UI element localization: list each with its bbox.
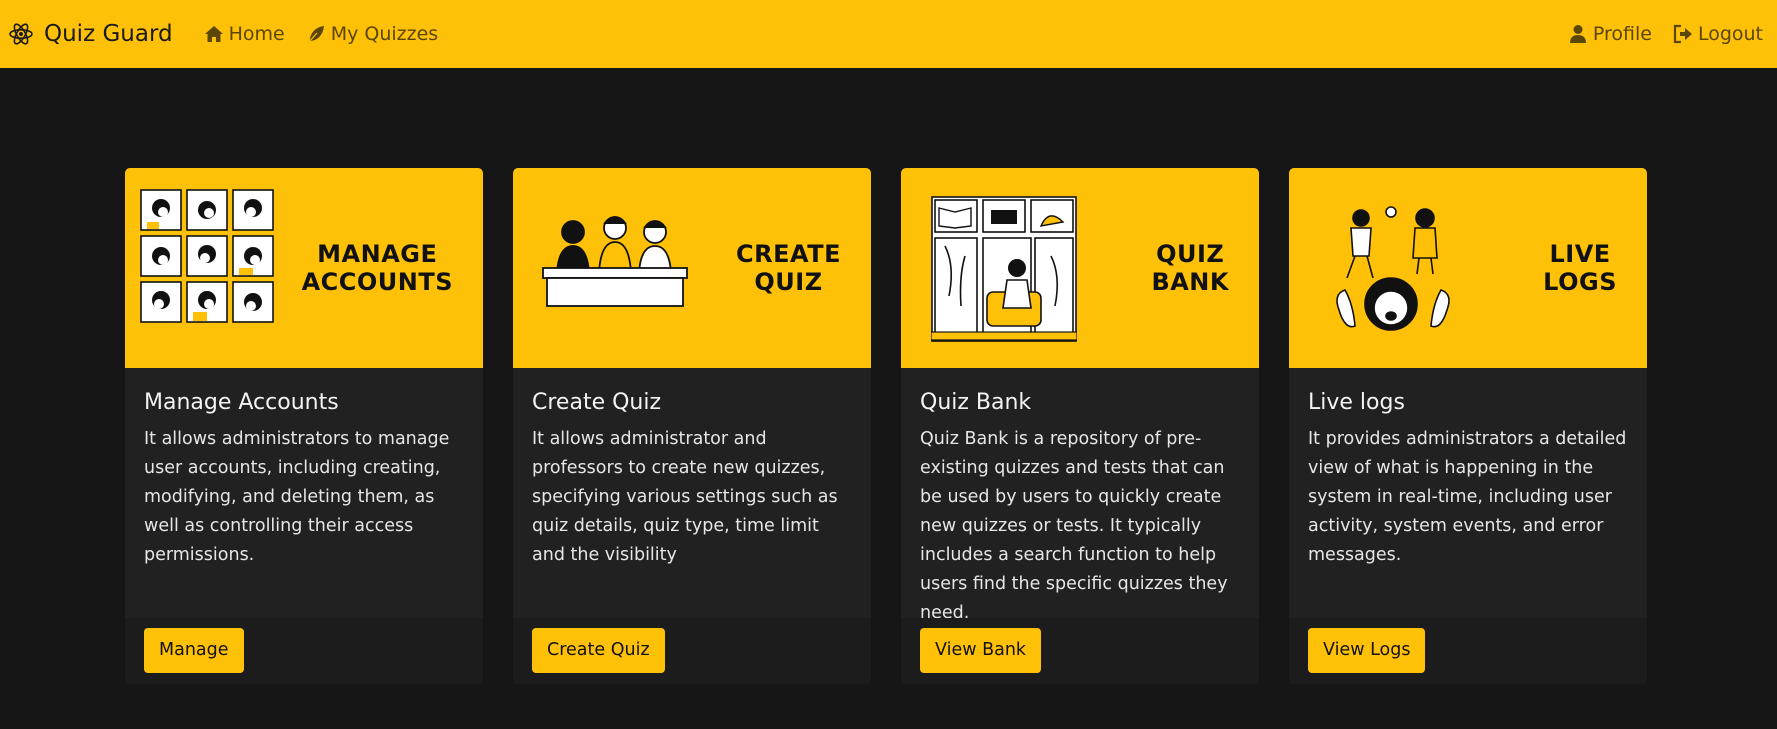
nav-home-label: Home xyxy=(228,23,285,45)
card-body: Live logs It provides administrators a d… xyxy=(1289,368,1647,570)
nav-home[interactable]: Home xyxy=(203,23,285,45)
card-banner-text: CREATE QUIZ xyxy=(736,240,841,296)
create-quiz-button[interactable]: Create Quiz xyxy=(532,627,665,673)
card-footer: View Bank xyxy=(901,618,1259,684)
people-grid-illustration xyxy=(140,189,274,323)
nav-logout[interactable]: Logout xyxy=(1672,23,1763,45)
manage-button[interactable]: Manage xyxy=(144,627,244,673)
card-title: Live logs xyxy=(1308,390,1405,415)
brand-name: Quiz Guard xyxy=(44,21,173,47)
nav-profile-label: Profile xyxy=(1592,23,1652,45)
nav-profile[interactable]: Profile xyxy=(1567,23,1652,45)
card-banner-text: MANAGE ACCOUNTS xyxy=(301,240,453,296)
nav-my-quizzes-label: My Quizzes xyxy=(330,23,439,45)
card-grid: MANAGE ACCOUNTS Manage Accounts It allow… xyxy=(125,168,1647,684)
card-title: Manage Accounts xyxy=(144,390,339,415)
card-text: Quiz Bank is a repository of pre-existin… xyxy=(920,429,1228,623)
card-footer: View Logs xyxy=(1289,618,1647,684)
navbar: Quiz Guard Home My Quizzes Profile Logou… xyxy=(0,0,1777,68)
card-create-quiz: CREATE QUIZ Create Quiz It allows admini… xyxy=(513,168,871,684)
card-body: Manage Accounts It allows administrators… xyxy=(125,368,483,570)
card-title: Create Quiz xyxy=(532,390,662,415)
card-footer: Manage xyxy=(125,618,483,684)
feather-icon xyxy=(308,26,324,43)
nav-left: Quiz Guard Home My Quizzes xyxy=(8,21,458,47)
card-banner-text: QUIZ BANK xyxy=(1151,240,1229,296)
card-footer: Create Quiz xyxy=(513,618,871,684)
card-image: QUIZ BANK xyxy=(901,168,1259,368)
home-icon xyxy=(204,26,223,42)
students-at-table-illustration xyxy=(542,216,688,307)
card-title: Quiz Bank xyxy=(920,390,1032,415)
user-icon xyxy=(1569,25,1586,43)
nav-right: Profile Logout xyxy=(1547,23,1763,45)
card-image: CREATE QUIZ xyxy=(513,168,871,368)
card-body: Quiz Bank Quiz Bank is a repository of p… xyxy=(901,368,1259,628)
card-manage-accounts: MANAGE ACCOUNTS Manage Accounts It allow… xyxy=(125,168,483,684)
card-live-logs: LIVE LOGS Live logs It provides administ… xyxy=(1289,168,1647,684)
atom-icon xyxy=(9,23,33,45)
logout-icon xyxy=(1673,24,1692,44)
card-body: Create Quiz It allows administrator and … xyxy=(513,368,871,570)
card-image: MANAGE ACCOUNTS xyxy=(125,168,483,368)
card-banner-text: LIVE LOGS xyxy=(1543,240,1617,296)
view-bank-button[interactable]: View Bank xyxy=(920,627,1042,673)
card-text: It allows administrators to manage user … xyxy=(144,429,450,565)
brand[interactable]: Quiz Guard xyxy=(8,21,173,47)
nav-my-quizzes[interactable]: My Quizzes xyxy=(305,23,439,45)
surprised-people-illustration xyxy=(1336,206,1450,331)
card-text: It allows administrator and professors t… xyxy=(532,429,838,565)
card-text: It provides administrators a detailed vi… xyxy=(1308,429,1627,565)
reading-room-illustration xyxy=(931,196,1077,342)
card-image: LIVE LOGS xyxy=(1289,168,1647,368)
view-logs-button[interactable]: View Logs xyxy=(1308,627,1426,673)
nav-logout-label: Logout xyxy=(1697,23,1763,45)
card-quiz-bank: QUIZ BANK Quiz Bank Quiz Bank is a repos… xyxy=(901,168,1259,684)
